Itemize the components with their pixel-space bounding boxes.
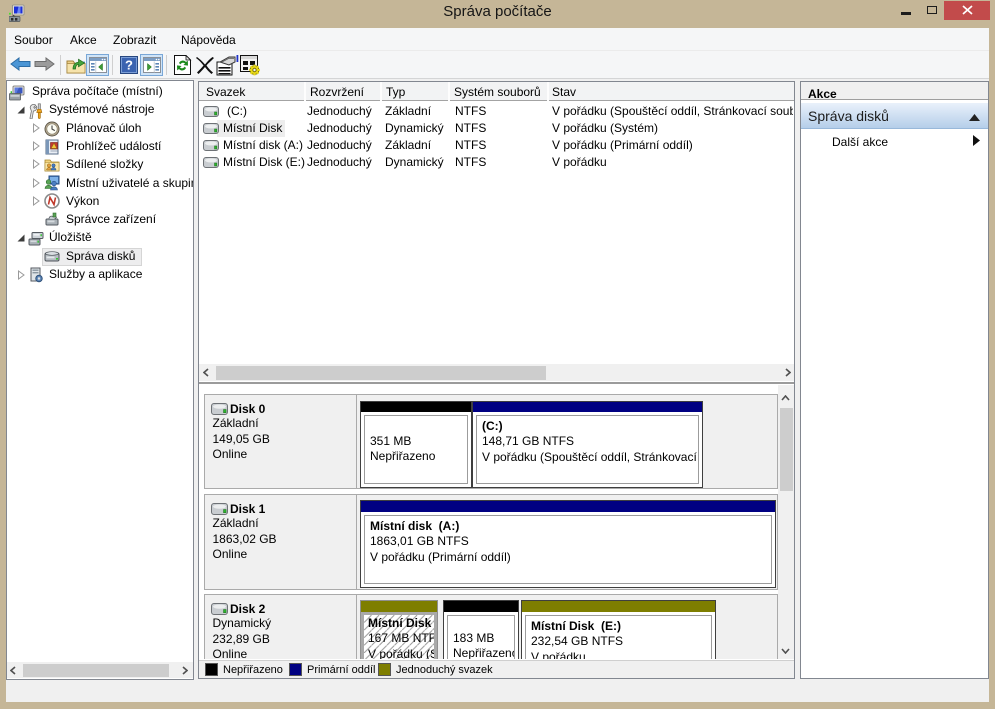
svg-text:?: ? bbox=[125, 58, 133, 73]
